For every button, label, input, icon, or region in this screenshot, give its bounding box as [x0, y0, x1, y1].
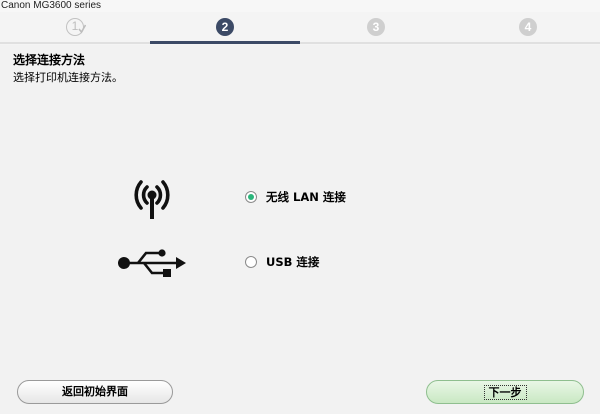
- usb-radio[interactable]: [245, 256, 257, 268]
- usb-icon: [118, 249, 186, 277]
- checkmark-icon: [78, 24, 86, 34]
- page-title: 选择连接方法: [13, 53, 86, 67]
- step-progress-bar: 1 2 3 4: [0, 12, 600, 45]
- back-to-start-button[interactable]: 返回初始界面: [17, 380, 173, 404]
- step-3-indicator: 3: [367, 18, 385, 36]
- wireless-lan-label: 无线 LAN 连接: [266, 190, 346, 204]
- step-3-number: 3: [372, 20, 380, 34]
- active-step-underline: [150, 41, 300, 44]
- step-2-number: 2: [221, 20, 229, 34]
- step-4-number: 4: [524, 20, 532, 34]
- step-2-indicator: 2: [216, 18, 234, 36]
- window-title: Canon MG3600 series: [0, 0, 600, 12]
- step-4-indicator: 4: [519, 18, 537, 36]
- page-subtitle: 选择打印机连接方法。: [13, 71, 123, 84]
- usb-label: USB 连接: [266, 255, 320, 269]
- wireless-lan-option[interactable]: 无线 LAN 连接: [245, 188, 346, 206]
- next-button[interactable]: 下一步: [426, 380, 584, 404]
- step-1-indicator: 1: [66, 18, 86, 36]
- wireless-icon: [134, 180, 170, 219]
- wireless-lan-radio[interactable]: [245, 191, 257, 203]
- step-bar-divider: [0, 42, 600, 44]
- next-button-label: 下一步: [483, 385, 527, 400]
- usb-option[interactable]: USB 连接: [245, 253, 319, 271]
